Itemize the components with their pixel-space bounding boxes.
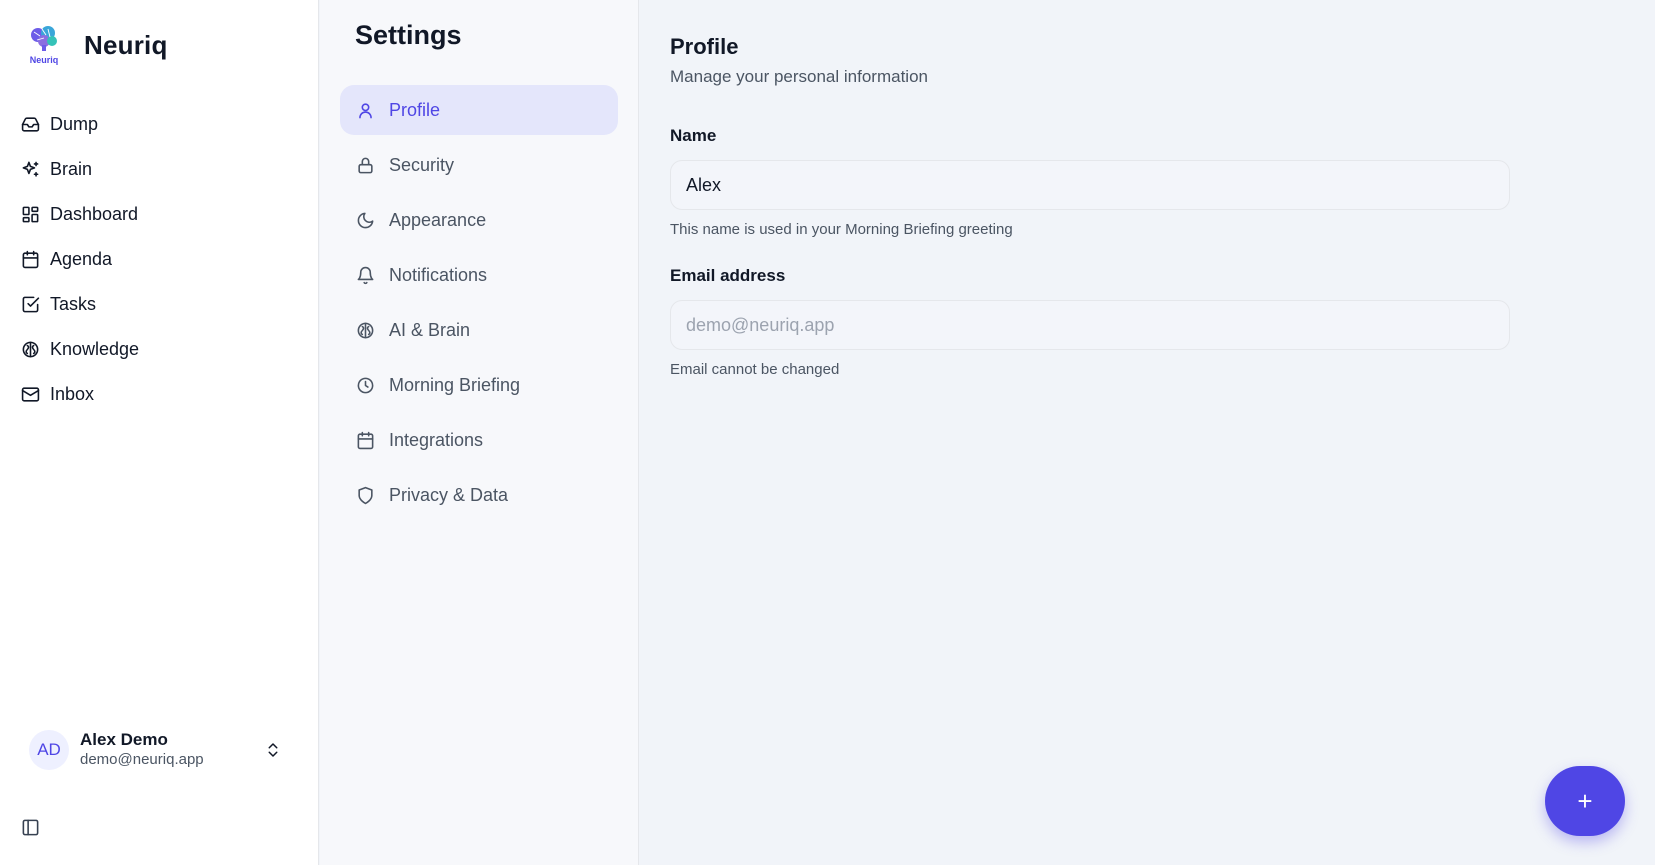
section-subtitle: Manage your personal information [670,67,928,86]
settings-item-label: Privacy & Data [389,484,509,505]
settings-item-label: Notifications [389,264,488,285]
sidebar-item-label: Knowledge [50,339,140,359]
settings-nav: Profile Security Appearance Notification… [340,85,618,525]
user-menu[interactable]: AD Alex Demo demo@neuriq.app [29,728,291,772]
add-button[interactable]: + [1545,766,1625,836]
shield-icon [355,485,375,505]
settings-item-label: Appearance [389,209,487,230]
settings-item-label: Morning Briefing [389,374,521,395]
sidebar-item-label: Tasks [50,294,97,314]
settings-item-privacy-data[interactable]: Privacy & Data [340,470,618,520]
name-help-text: This name is used in your Morning Briefi… [670,221,1013,238]
calendar-icon [20,250,40,270]
clock-icon [355,375,375,395]
sidebar-item-brain[interactable]: Brain [20,147,300,192]
settings-item-ai-brain[interactable]: AI & Brain [340,305,618,355]
calendar-icon [355,430,375,450]
brand[interactable]: Neuriq Neuriq [26,22,168,68]
brand-name: Neuriq [84,29,168,60]
grid-layout-icon [20,205,40,225]
sidebar-item-agenda[interactable]: Agenda [20,237,300,282]
avatar: AD [29,730,69,770]
user-email: demo@neuriq.app [80,751,204,768]
main-nav: Dump Brain Dashboard Agenda Tasks Knowle… [20,102,300,417]
settings-nav-panel: Settings Profile Security Appearance Not… [320,0,639,865]
sidebar-toggle-icon[interactable] [20,817,40,837]
brain-icon [355,320,375,340]
sparkles-icon [20,160,40,180]
section-title: Profile [670,34,739,59]
name-input[interactable] [670,160,1510,210]
name-label: Name [670,126,717,145]
app-sidebar: Neuriq Neuriq Dump Brain Dashboard Agend… [0,0,319,865]
settings-item-label: Profile [389,99,441,120]
sidebar-item-label: Brain [50,159,93,179]
sidebar-item-dump[interactable]: Dump [20,102,300,147]
lock-icon [355,155,375,175]
settings-item-appearance[interactable]: Appearance [340,195,618,245]
sidebar-item-label: Inbox [50,384,95,404]
settings-item-label: Security [389,154,455,175]
user-info: Alex Demo demo@neuriq.app [80,730,263,770]
email-help-text: Email cannot be changed [670,361,840,378]
sidebar-item-tasks[interactable]: Tasks [20,282,300,327]
chevrons-up-down-icon [263,740,283,760]
settings-item-label: AI & Brain [389,319,471,340]
sidebar-item-knowledge[interactable]: Knowledge [20,327,300,372]
bell-icon [355,265,375,285]
settings-item-profile[interactable]: Profile [340,85,618,135]
sidebar-item-label: Dump [50,114,99,134]
inbox-tray-icon [20,115,40,135]
profile-panel: Profile Manage your personal information… [640,0,1655,865]
brain-logo-icon: Neuriq [26,24,62,66]
logo-text: Neuriq [29,55,59,65]
user-icon [355,100,375,120]
settings-item-security[interactable]: Security [340,140,618,190]
email-label: Email address [670,266,786,285]
settings-title: Settings [355,20,462,50]
email-field [670,300,1510,350]
settings-item-morning-briefing[interactable]: Morning Briefing [340,360,618,410]
sidebar-item-label: Dashboard [50,204,139,224]
settings-item-integrations[interactable]: Integrations [340,415,618,465]
moon-icon [355,210,375,230]
sidebar-item-inbox[interactable]: Inbox [20,372,300,417]
sidebar-item-dashboard[interactable]: Dashboard [20,192,300,237]
checkbox-icon [20,295,40,315]
user-name: Alex Demo [80,730,168,749]
settings-item-notifications[interactable]: Notifications [340,250,618,300]
mail-icon [20,385,40,405]
sidebar-item-label: Agenda [50,249,113,269]
brain-icon [20,340,40,360]
settings-item-label: Integrations [389,429,484,450]
